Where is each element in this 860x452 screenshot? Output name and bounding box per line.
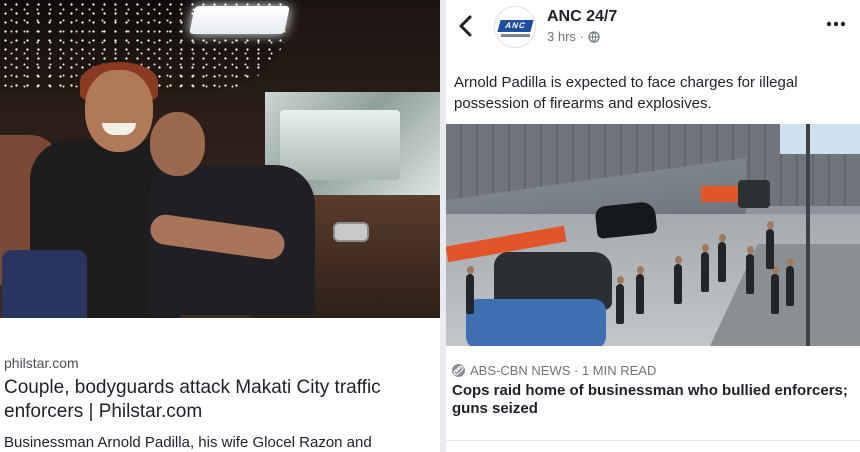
vehicle-blue-car [466,299,606,346]
person [701,244,709,292]
link-headline[interactable]: Couple, bodyguards attack Makati City tr… [4,376,434,424]
traffic-barrier [701,186,741,202]
link-icon [452,364,465,377]
person [746,246,754,294]
sky-patch [780,124,860,154]
post-text: Arnold Padilla is expected to face charg… [454,74,798,112]
post-timestamp[interactable]: 3 hrs [547,29,576,44]
article-source-text: ABS-CBN NEWS · 1 MIN READ [470,363,657,378]
article-title[interactable]: Cops raid home of businessman who bullie… [452,382,852,418]
person [786,258,794,306]
link-source-domain[interactable]: philstar.com [4,355,79,371]
back-button[interactable] [456,14,476,38]
person [771,266,779,314]
more-options-button[interactable] [824,14,848,34]
man-face [150,112,205,176]
page-name[interactable]: ANC 24/7 [547,8,617,26]
post-meta: 3 hrs · [547,29,600,44]
person [466,266,474,314]
article-source: ABS-CBN NEWS · 1 MIN READ [452,363,656,378]
vehicle-sedan [594,200,658,240]
footer-divider [446,440,860,441]
anc-logo-underline [501,34,530,37]
page-avatar[interactable]: ANC [494,6,536,48]
woman-face [85,70,153,152]
door-handle [333,222,369,242]
more-options-icon [826,21,846,27]
cctv-footage-image[interactable] [446,124,860,346]
person [674,256,682,304]
globe-icon [588,30,600,43]
handbag [2,250,87,318]
person [636,266,644,314]
person [766,221,774,269]
person [616,276,624,324]
car-window-view [280,110,400,180]
link-description: Businessman Arnold Padilla, his wife Glo… [4,434,372,451]
meta-separator: · [579,29,585,44]
person [718,234,726,282]
ceiling-light [189,6,290,34]
right-post: ANC ANC 24/7 3 hrs · Arnold Padilla is e… [446,0,860,452]
left-link-card[interactable]: philstar.com Couple, bodyguards attack M… [0,0,440,452]
vehicle-van [738,180,770,208]
anc-logo: ANC [497,20,534,32]
link-preview-photo[interactable] [0,0,440,318]
chevron-left-icon [459,15,472,37]
lamp-pole [806,124,810,346]
